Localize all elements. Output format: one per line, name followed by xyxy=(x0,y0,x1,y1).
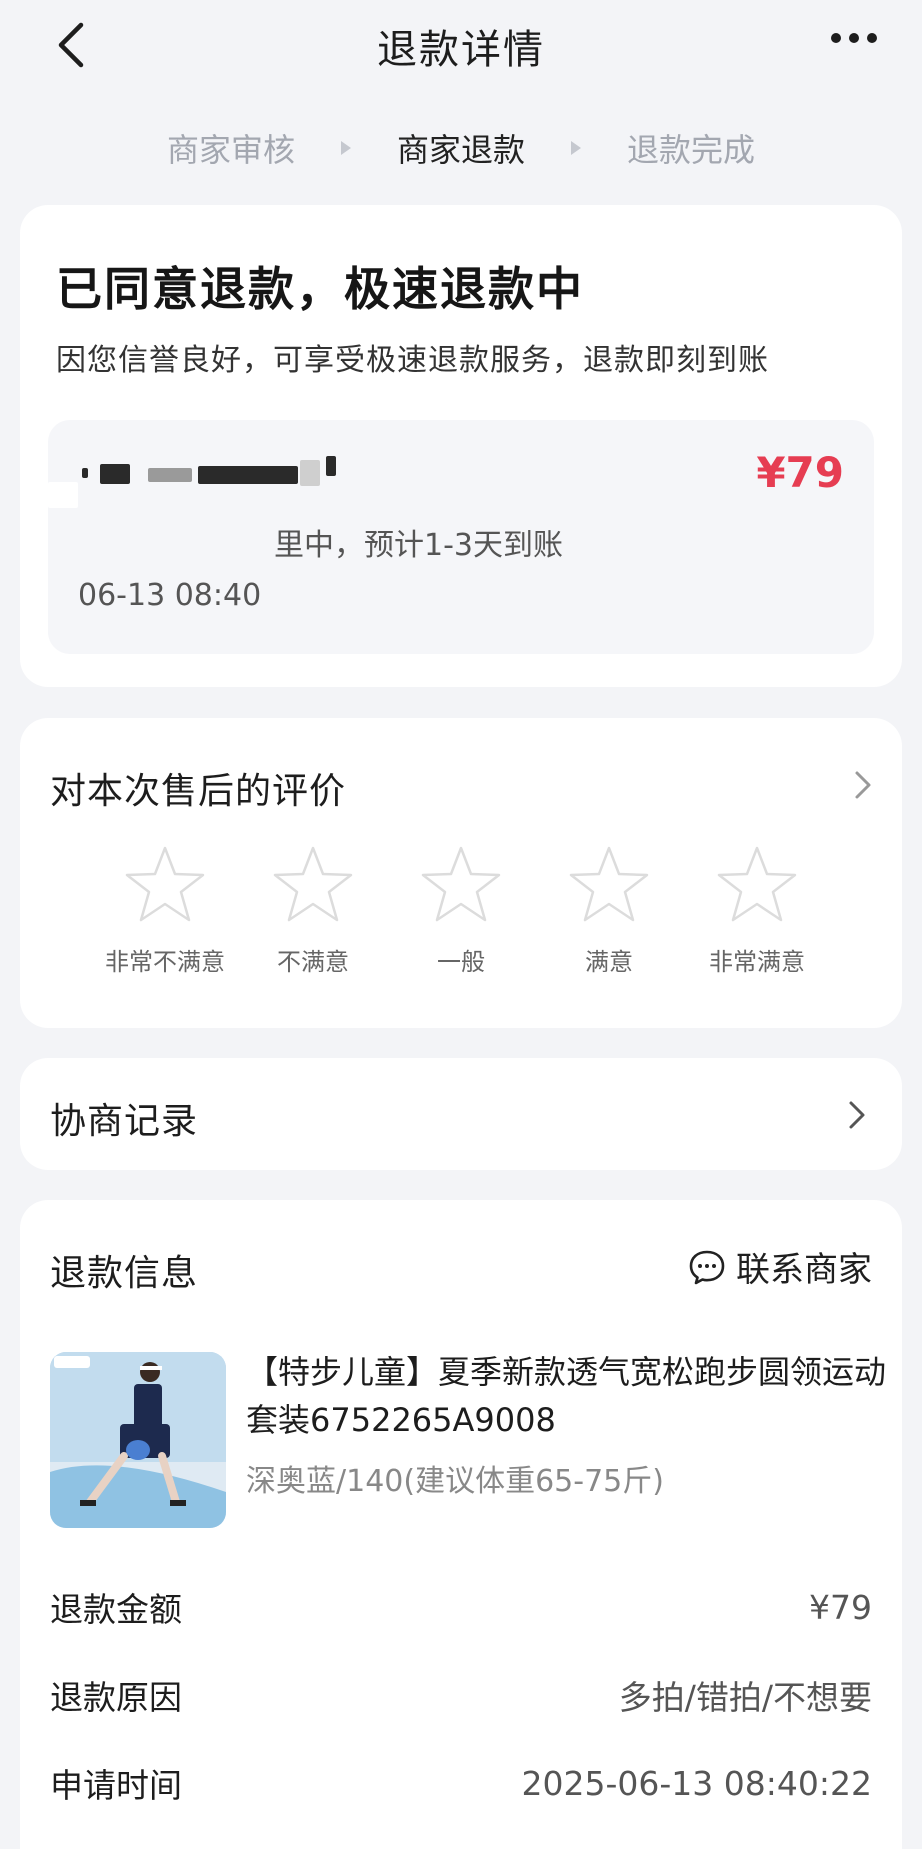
rating-label: 满意 xyxy=(585,948,633,976)
chevron-right-icon[interactable] xyxy=(854,770,872,800)
chat-bubble-icon xyxy=(689,1250,725,1284)
step-refund-complete: 退款完成 xyxy=(627,131,756,169)
row-label: 申请时间 xyxy=(50,1766,182,1805)
row-value: 多拍/错拍/不想要 xyxy=(618,1678,872,1717)
row-label: 退款金额 xyxy=(50,1590,182,1629)
refund-info-title: 退款信息 xyxy=(50,1253,199,1294)
rating-very-dissatisfied[interactable]: 非常不满意 xyxy=(100,844,230,984)
refund-progress-box: ¥79 里中，预计1-3天到账 06-13 08:40 xyxy=(48,420,874,654)
status-time: 06-13 08:40 xyxy=(78,578,262,613)
processing-text: 里中，预计1-3天到账 xyxy=(274,528,563,563)
status-title: 已同意退款，极速退款中 xyxy=(56,262,584,316)
rating-neutral[interactable]: 一般 xyxy=(396,844,526,984)
row-value: ¥79 xyxy=(809,1587,872,1627)
rating-satisfied[interactable]: 满意 xyxy=(544,844,674,984)
status-description: 因您信誉良好，可享受极速退款服务，退款即刻到账 xyxy=(56,343,769,378)
chevron-left-icon xyxy=(58,22,84,68)
star-icon xyxy=(125,846,205,922)
star-icon xyxy=(273,846,353,922)
product-spec: 深奥蓝/140(建议体重65-75斤) xyxy=(246,1464,664,1499)
step-merchant-refund: 商家退款 xyxy=(396,131,525,169)
refund-amount-row: 退款金额 ¥79 xyxy=(50,1582,872,1632)
star-icon xyxy=(569,846,649,922)
refund-amount: ¥79 xyxy=(756,448,844,497)
negotiation-title: 协商记录 xyxy=(50,1101,199,1142)
rating-very-satisfied[interactable]: 非常满意 xyxy=(692,844,822,984)
step-arrow-icon xyxy=(571,141,581,155)
rating-label: 不满意 xyxy=(277,948,349,976)
negotiation-record-row[interactable]: 协商记录 xyxy=(20,1058,902,1170)
star-icon xyxy=(421,846,501,922)
rating-label: 非常不满意 xyxy=(105,948,225,976)
contact-merchant-label: 联系商家 xyxy=(736,1250,872,1290)
refund-info-card: 退款信息 联系商家 【特步儿童】夏季新款透气宽松跑步圆领运动套装6752265A… xyxy=(20,1200,902,1849)
refund-reason-row: 退款原因 多拍/错拍/不想要 xyxy=(50,1670,872,1720)
step-arrow-icon xyxy=(340,141,351,155)
after-sale-review-card: 对本次售后的评价 非常不满意 不满意 一般 满意 非常满意 xyxy=(20,718,902,1028)
contact-merchant-button[interactable]: 联系商家 xyxy=(688,1242,872,1291)
step-merchant-review: 商家审核 xyxy=(166,131,295,169)
product-image xyxy=(50,1352,226,1528)
rating-dissatisfied[interactable]: 不满意 xyxy=(248,844,378,984)
progress-steps: 商家审核 商家退款 退款完成 xyxy=(0,118,922,178)
apply-time-row: 申请时间 2025-06-13 08:40:22 xyxy=(50,1758,872,1808)
rating-label: 非常满意 xyxy=(709,948,805,976)
more-dots-icon xyxy=(831,33,877,43)
refund-status-card: 已同意退款，极速退款中 因您信誉良好，可享受极速退款服务，退款即刻到账 ¥79 … xyxy=(20,205,902,687)
rating-label: 一般 xyxy=(437,948,485,976)
refund-detail-page: 退款详情 商家审核 商家退款 退款完成 已同意退款，极速退款中 因您信誉良好，可… xyxy=(0,0,922,1849)
rating-stars: 非常不满意 不满意 一般 满意 非常满意 xyxy=(100,844,822,984)
row-label: 退款原因 xyxy=(50,1678,182,1717)
star-icon xyxy=(717,846,797,922)
back-button[interactable] xyxy=(42,14,98,76)
page-title: 退款详情 xyxy=(377,27,545,73)
row-value: 2025-06-13 08:40:22 xyxy=(521,1763,872,1803)
chevron-right-icon xyxy=(849,1101,865,1129)
review-title: 对本次售后的评价 xyxy=(50,771,347,812)
top-bar: 退款详情 xyxy=(0,0,922,92)
product-name[interactable]: 【特步儿童】夏季新款透气宽松跑步圆领运动套装6752265A9008 xyxy=(246,1348,886,1444)
more-button[interactable] xyxy=(824,18,884,58)
